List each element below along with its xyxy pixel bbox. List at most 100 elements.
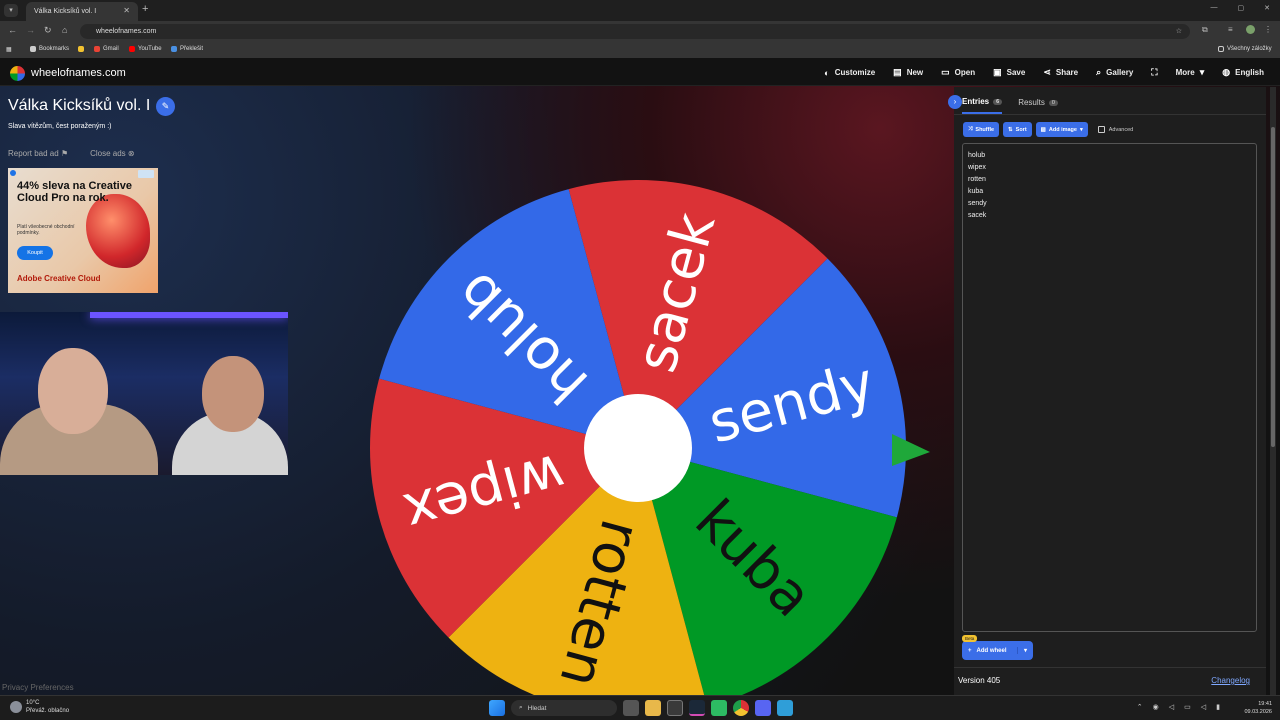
menu-new[interactable]: ▤ New <box>893 67 923 78</box>
tab-title: Válka Kicksíků vol. I <box>34 8 97 15</box>
gmail-icon <box>94 46 100 52</box>
wheel-of-names[interactable]: saceksendykubarottenwipexholub <box>364 116 944 695</box>
all-bookmarks[interactable]: Všechny záložky <box>1218 46 1272 52</box>
notepad-icon[interactable] <box>777 700 793 716</box>
wheel-center-hub[interactable] <box>584 394 692 502</box>
chevron-up-icon[interactable]: ⌃ <box>1137 703 1143 711</box>
network-icon[interactable]: ▭ <box>1184 703 1191 711</box>
home-icon[interactable]: ⌂ <box>62 25 67 35</box>
menu-share[interactable]: ⋖ Share <box>1043 67 1078 78</box>
steam-icon[interactable] <box>689 700 705 716</box>
apps-icon[interactable]: ▦ <box>6 46 12 53</box>
forward-icon[interactable]: → <box>26 25 35 35</box>
tab-search-button[interactable]: ▾ <box>4 4 18 17</box>
wheel-subtitle: Slava vítězům, čest poraženým :) <box>8 123 112 130</box>
close-ads-link[interactable]: Close ads ⊗ <box>90 149 135 158</box>
window-controls: — ▢ ✕ <box>1211 4 1271 12</box>
app-header: wheelofnames.com ◐ Customize ▤ New ▭ Open ▣… <box>0 58 1280 86</box>
media-icon[interactable]: ≡ <box>1228 25 1233 34</box>
all-bookmarks-label: Všechny záložky <box>1227 46 1272 52</box>
add-wheel-label: Add wheel <box>976 647 1007 654</box>
browser-tab-bar: ▾ Válka Kicksíků vol. I ✕ + — ▢ ✕ <box>0 0 1280 21</box>
logo-icon[interactable] <box>10 66 25 81</box>
file-explorer-icon[interactable] <box>645 700 661 716</box>
plus-icon: + <box>968 647 972 654</box>
advertisement[interactable]: 44% sleva na Creative Cloud Pro na rok. … <box>8 168 158 293</box>
bookmark-drive[interactable] <box>78 46 84 52</box>
clock[interactable]: 19:41 09.03.2026 <box>1244 700 1272 716</box>
back-icon[interactable]: ← <box>8 25 17 35</box>
report-bad-ad-link[interactable]: Report bad ad ⚑ <box>8 149 68 158</box>
store-icon[interactable] <box>667 700 683 716</box>
chrome-icon[interactable] <box>733 700 749 716</box>
edit-title-button[interactable]: ✎ <box>156 97 175 116</box>
add-image-button[interactable]: ▨ Add image ▾ <box>1035 122 1088 137</box>
browser-menu-icon[interactable]: ⋮ <box>1264 25 1272 34</box>
collapse-panel-button[interactable]: › <box>948 95 962 109</box>
advanced-checkbox[interactable]: Advanced <box>1097 126 1133 133</box>
sort-icon: ⇅ <box>1008 126 1013 133</box>
speaker-icon[interactable]: ◁ <box>1169 703 1174 711</box>
battery-icon[interactable]: ▮ <box>1216 703 1220 711</box>
taskbar-search[interactable]: ⌕ Hledat <box>511 700 617 716</box>
menu-label: Open <box>954 68 976 77</box>
chevron-down-icon: ▾ <box>1023 648 1027 654</box>
menu-customize[interactable]: ◐ Customize <box>824 67 875 78</box>
ad-buy-button[interactable]: Koupit <box>17 246 53 260</box>
tab-results[interactable]: Results 0 <box>1018 97 1058 114</box>
minimize-icon[interactable]: — <box>1211 4 1218 12</box>
menu-more[interactable]: More ▾ <box>1176 67 1205 78</box>
add-image-label: Add image <box>1048 126 1077 133</box>
shuffle-button[interactable]: ⤨ Shuffle <box>963 122 1000 137</box>
bookmark-star-icon[interactable]: ☆ <box>1176 24 1182 39</box>
app-icon[interactable] <box>711 700 727 716</box>
entry-line: wipex <box>968 164 986 171</box>
app-viewport: wheelofnames.com ◐ Customize ▤ New ▭ Open ▣… <box>0 58 1280 695</box>
sort-button[interactable]: ⇅ Sort <box>1003 122 1032 137</box>
folder-icon: ▭ <box>941 67 950 77</box>
volume-icon[interactable]: ◁ <box>1201 703 1206 711</box>
url-field[interactable]: wheelofnames.com ☆ <box>80 24 1190 39</box>
task-view-icon[interactable] <box>623 700 639 716</box>
youtube-icon <box>129 46 135 52</box>
adchoices-icon[interactable] <box>138 170 154 178</box>
tab-entries[interactable]: Entries 6 <box>962 97 1003 114</box>
extensions-icon[interactable]: ⧉ <box>1202 25 1208 35</box>
tab-count-badge: 0 <box>1048 99 1058 106</box>
discord-icon[interactable] <box>755 700 771 716</box>
scrollbar-thumb[interactable] <box>1271 127 1275 447</box>
ad-info-icon[interactable] <box>10 170 16 176</box>
bookmark-item[interactable]: Překlešit <box>171 46 203 52</box>
bookmark-item[interactable]: Bookmarks <box>30 46 69 52</box>
page-scrollbar[interactable] <box>1270 87 1276 695</box>
maximize-icon[interactable]: ▢ <box>1238 4 1245 12</box>
brand-name[interactable]: wheelofnames.com <box>31 67 126 79</box>
privacy-preferences-link[interactable]: Privacy Preferences <box>2 683 74 692</box>
menu-gallery[interactable]: ⌕ Gallery <box>1096 67 1133 78</box>
menu-save[interactable]: ▣ Save <box>993 67 1025 78</box>
add-wheel-dropdown[interactable]: ▾ <box>1017 647 1033 654</box>
sort-label: Sort <box>1015 126 1027 133</box>
close-tab-icon[interactable]: ✕ <box>123 6 130 15</box>
close-window-icon[interactable]: ✕ <box>1264 4 1270 12</box>
changelog-link[interactable]: Changelog <box>1211 676 1250 685</box>
report-label: Report bad ad <box>8 149 59 158</box>
browser-tab[interactable]: Válka Kicksíků vol. I ✕ <box>26 2 138 21</box>
add-wheel-main[interactable]: + Add wheel <box>962 648 1017 654</box>
bookmark-item[interactable]: Gmail <box>94 46 119 52</box>
fullscreen-button[interactable]: ⛶ <box>1151 67 1157 78</box>
new-tab-button[interactable]: + <box>142 3 148 15</box>
add-wheel-button[interactable]: + Add wheel ▾ <box>962 641 1033 660</box>
fullscreen-icon: ⛶ <box>1151 67 1158 77</box>
entries-textarea[interactable]: holub wipex rotten kuba sendy sacek <box>962 143 1257 632</box>
weather-widget[interactable]: 10°C Převáž. oblačno <box>10 699 69 715</box>
microphone-icon[interactable]: ◉ <box>1153 703 1159 711</box>
profile-avatar[interactable] <box>1246 25 1255 34</box>
panel-footer: Version 405 Changelog <box>954 667 1266 695</box>
reload-icon[interactable]: ↻ <box>44 25 52 36</box>
time: 19:41 <box>1258 701 1272 707</box>
start-icon[interactable] <box>489 700 505 716</box>
menu-language[interactable]: ◍ English <box>1222 67 1264 78</box>
bookmark-item[interactable]: YouTube <box>129 46 162 52</box>
menu-open[interactable]: ▭ Open <box>941 67 975 78</box>
